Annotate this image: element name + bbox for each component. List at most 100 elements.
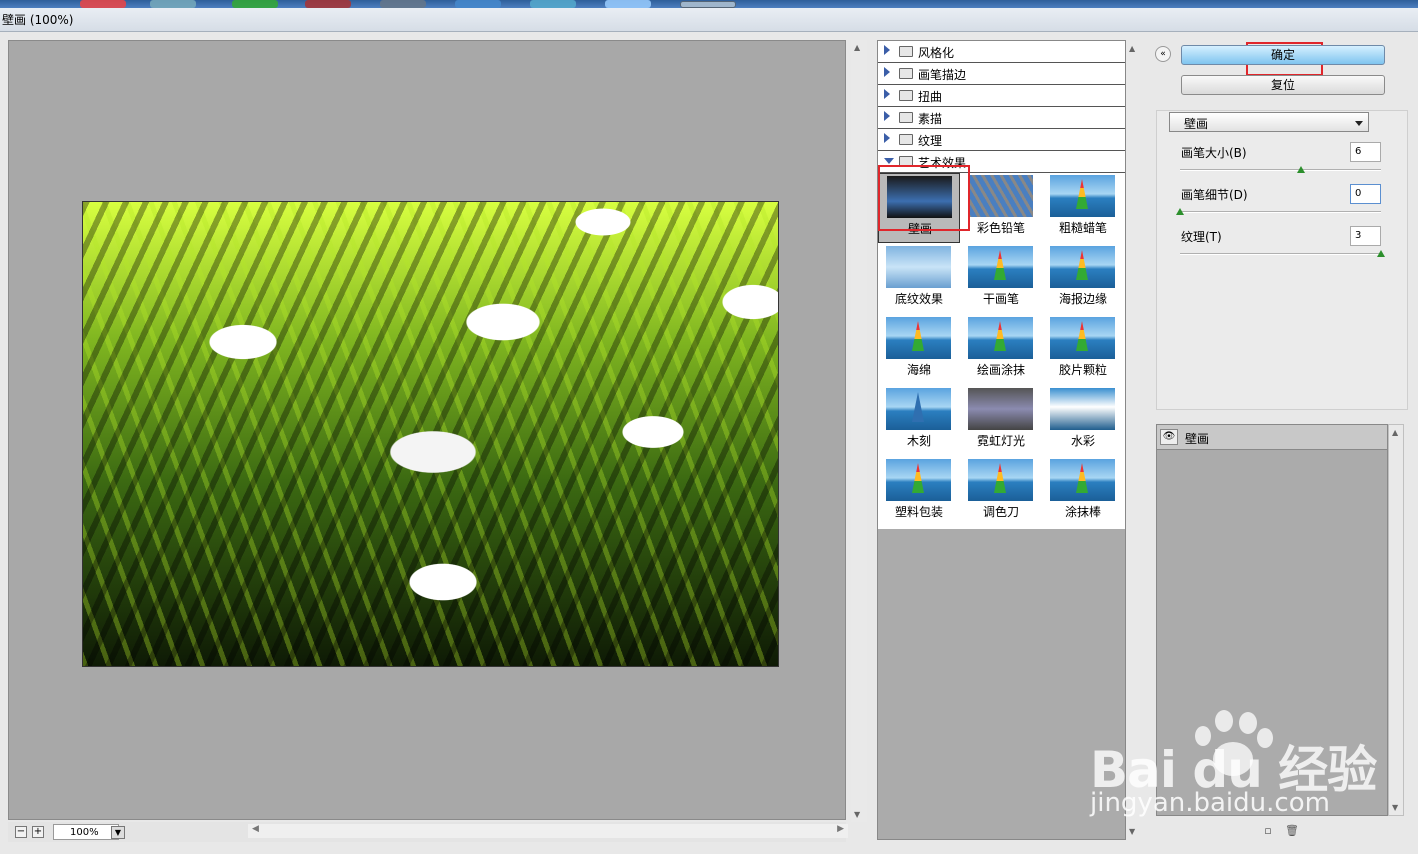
scroll-down-icon[interactable]: ▼ [854,810,860,819]
scroll-up-icon[interactable]: ▲ [1129,44,1135,53]
filter-thumb-poster-edges[interactable]: 海报边缘 [1042,244,1124,314]
taskbar-app-icon[interactable] [232,0,278,8]
effect-layer-name: 壁画 [1185,432,1210,446]
collapse-arrow-icon[interactable] [884,158,894,164]
filter-thumb-colored-pencil[interactable]: 彩色铅笔 [960,173,1042,243]
expand-arrow-icon[interactable] [884,133,890,143]
slider-knob[interactable] [1296,166,1305,173]
category-stylize[interactable]: 风格化 [878,41,1125,63]
filter-thumb-underpainting[interactable]: 底纹效果 [878,244,960,314]
preview-image[interactable] [82,201,779,667]
category-brush-strokes[interactable]: 画笔描边 [878,63,1125,85]
texture-input[interactable]: 3 [1350,226,1381,246]
preview-vertical-scrollbar[interactable]: ▲ ▼ [851,40,867,822]
effect-layers-list: 👁 壁画 [1156,424,1388,816]
brush-size-input[interactable]: 6 [1350,142,1381,162]
texture-slider[interactable] [1180,253,1381,255]
ok-button[interactable]: 确定 [1181,45,1385,65]
gallery-scrollbar[interactable]: ▲ ▼ [1126,40,1140,840]
filter-label: 胶片颗粒 [1058,363,1107,377]
filter-label: 木刻 [906,434,931,448]
filter-gallery: 风格化 画笔描边 扭曲 素描 纹理 艺术效果 壁画 彩色铅笔 粗糙蜡笔 底纹效果… [877,40,1126,840]
filter-label: 海绵 [906,363,931,377]
category-label: 素描 [918,112,943,126]
taskbar-app-icon[interactable] [530,0,576,8]
filter-label: 调色刀 [982,505,1019,519]
taskbar-app-icon[interactable] [455,0,501,8]
chevron-down-icon [1355,121,1363,126]
expand-arrow-icon[interactable] [884,89,890,99]
taskbar-app-icon[interactable] [150,0,196,8]
brush-detail-input[interactable]: 0 [1350,184,1381,204]
taskbar-app-icon[interactable] [380,0,426,8]
filter-label: 涂抹棒 [1064,505,1101,519]
scroll-down-icon[interactable]: ▼ [1129,827,1135,836]
category-texture[interactable]: 纹理 [878,129,1125,151]
category-artistic[interactable]: 艺术效果 [878,151,1125,173]
taskbar-app-icon[interactable] [605,0,651,8]
layers-scrollbar[interactable]: ▲ ▼ [1388,424,1404,816]
filter-preview-image [1050,175,1115,217]
expand-arrow-icon[interactable] [884,111,890,121]
filter-select[interactable]: 壁画 [1169,112,1369,132]
brush-detail-slider[interactable] [1180,211,1381,213]
scroll-down-icon[interactable]: ▼ [1392,803,1398,812]
folder-icon [899,112,913,123]
filter-preview-image [886,388,951,430]
filter-thumb-cutout[interactable]: 木刻 [878,386,960,456]
filter-preview-image [968,388,1033,430]
folder-icon [899,90,913,101]
preview-horizontal-scrollbar[interactable]: ◀ ▶ [248,824,848,838]
slider-knob[interactable] [1176,208,1184,215]
filter-label: 干画笔 [982,292,1019,306]
param-label: 画笔大小(B) [1181,146,1247,160]
brush-size-slider[interactable] [1180,169,1381,171]
taskbar-app-icon[interactable] [80,0,126,8]
new-effect-layer-icon[interactable]: ▫ [1262,825,1274,837]
filter-thumb-rough-pastels[interactable]: 粗糙蜡笔 [1042,173,1124,243]
category-sketch[interactable]: 素描 [878,107,1125,129]
folder-icon [899,134,913,145]
filter-thumb-fresco[interactable]: 壁画 [878,173,960,243]
filter-thumb-watercolor[interactable]: 水彩 [1042,386,1124,456]
scroll-right-icon[interactable]: ▶ [837,824,844,834]
filter-preview-image [968,317,1033,359]
zoom-dropdown-icon[interactable]: ▼ [111,826,125,839]
expand-arrow-icon[interactable] [884,45,890,55]
filter-select-value: 壁画 [1184,117,1209,131]
param-label: 纹理(T) [1181,230,1222,244]
scroll-up-icon[interactable]: ▲ [854,43,860,52]
taskbar-app-icon[interactable] [305,0,351,8]
collapse-panel-button[interactable]: « [1155,46,1171,62]
zoom-level-field[interactable]: 100% [53,824,119,840]
filter-preview-image [968,246,1033,288]
category-label: 扭曲 [918,90,943,104]
filter-thumb-smudge-stick[interactable]: 涂抹棒 [1042,457,1124,527]
filter-thumb-film-grain[interactable]: 胶片颗粒 [1042,315,1124,385]
scroll-up-icon[interactable]: ▲ [1392,428,1398,437]
delete-effect-layer-icon[interactable]: 🗑 [1285,825,1299,837]
filter-thumb-palette-knife[interactable]: 调色刀 [960,457,1042,527]
filter-thumbnails: 壁画 彩色铅笔 粗糙蜡笔 底纹效果 干画笔 海报边缘 海绵 绘画涂抹 胶片颗粒 … [878,173,1125,529]
filter-preview-image [886,459,951,501]
preview-canvas[interactable] [8,40,846,820]
slider-knob[interactable] [1377,250,1385,257]
expand-arrow-icon[interactable] [884,67,890,77]
filter-preview-image [1050,459,1115,501]
category-distort[interactable]: 扭曲 [878,85,1125,107]
reset-button[interactable]: 复位 [1181,75,1385,95]
filter-thumb-dry-brush[interactable]: 干画笔 [960,244,1042,314]
filter-thumb-neon-glow[interactable]: 霓虹灯光 [960,386,1042,456]
filter-preview-image [886,317,951,359]
filter-thumb-paint-daubs[interactable]: 绘画涂抹 [960,315,1042,385]
title-bar: 壁画 (100%) [0,8,1418,32]
zoom-out-button[interactable]: − [15,826,27,838]
category-label: 风格化 [918,46,955,60]
zoom-in-button[interactable]: + [32,826,44,838]
filter-thumb-sponge[interactable]: 海绵 [878,315,960,385]
effect-layer-row[interactable]: 👁 壁画 [1157,425,1387,450]
taskbar-scroll[interactable] [680,1,736,8]
scroll-left-icon[interactable]: ◀ [252,824,259,834]
filter-thumb-plastic-wrap[interactable]: 塑料包装 [878,457,960,527]
eye-icon[interactable]: 👁 [1160,429,1178,445]
